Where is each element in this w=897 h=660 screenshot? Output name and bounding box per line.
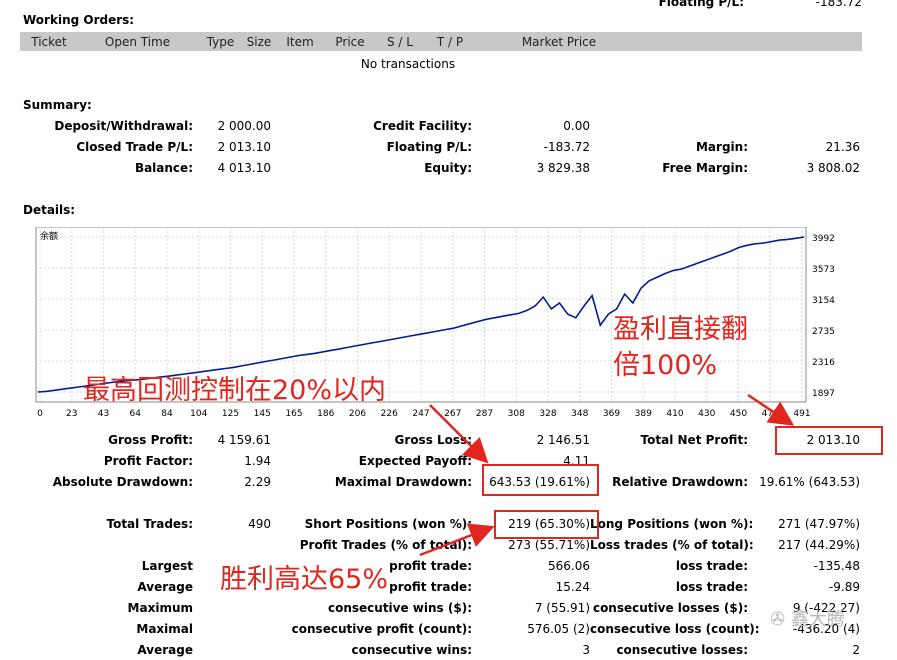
annotation-drawdown: 最高回测控制在20%以内 — [83, 375, 387, 406]
wechat-icon: ✇ — [770, 609, 791, 630]
annotation-arrows — [419, 393, 795, 557]
annotation-profit-line1: 盈利直接翻 — [613, 314, 748, 345]
watermark-text: 鑫大腾 — [790, 609, 845, 630]
arrow-to-net-profit — [747, 393, 795, 426]
annotation-profit-double: 盈利直接翻 倍100% — [613, 312, 748, 384]
annotation-profit-line2: 倍100% — [613, 350, 718, 381]
arrow-to-drawdown — [429, 404, 489, 464]
watermark: ✇ 鑫大腾 — [770, 605, 845, 631]
annotation-winrate: 胜利高达65% — [220, 564, 389, 595]
arrow-to-winrate — [419, 523, 495, 557]
